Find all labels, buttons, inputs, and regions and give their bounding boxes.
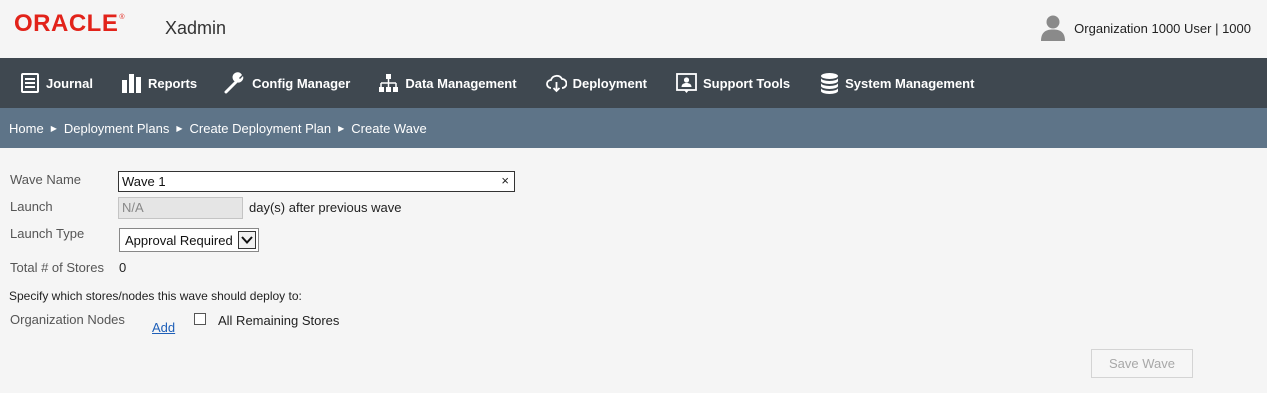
nav-label-system-management: System Management: [845, 75, 975, 91]
organization-nodes-label: Organization Nodes: [10, 312, 125, 327]
nav-label-config-manager: Config Manager: [252, 75, 351, 91]
launch-suffix: day(s) after previous wave: [249, 200, 402, 215]
nav-item-config-manager[interactable]: Config Manager: [224, 58, 350, 108]
database-icon: [821, 73, 839, 94]
clear-icon[interactable]: ×: [501, 173, 509, 188]
breadcrumb-deployment-plans[interactable]: Deployment Plans: [64, 121, 170, 136]
nav-label-support-tools: Support Tools: [702, 75, 791, 91]
total-stores-value: 0: [119, 260, 127, 275]
nav-item-deployment[interactable]: Deployment: [545, 58, 647, 108]
reports-icon: [121, 74, 141, 93]
nav-label-reports: Reports: [147, 75, 198, 91]
all-remaining-stores-label: All Remaining Stores: [218, 313, 340, 328]
nav-item-system-management[interactable]: System Management: [820, 58, 974, 108]
user-label: Organization 1000 User | 1000: [1074, 20, 1251, 36]
logo-text: ORACLE: [14, 10, 119, 37]
user-icon: [1041, 15, 1066, 41]
journal-icon: [21, 73, 39, 93]
breadcrumb-home[interactable]: Home: [9, 121, 44, 136]
deploy-instructions: Specify which stores/nodes this wave sho…: [9, 289, 302, 303]
wave-name-field[interactable]: ×: [118, 171, 515, 192]
cloud-download-icon: [545, 74, 567, 93]
nav-item-journal[interactable]: Journal: [21, 58, 93, 108]
app-name: Xadmin: [165, 18, 227, 38]
launch-type-label: Launch Type: [10, 226, 85, 241]
breadcrumb-separator-icon: ▶: [50, 123, 57, 133]
launch-type-select[interactable]: Approval Required: [119, 228, 259, 252]
hierarchy-icon: [379, 74, 399, 92]
breadcrumb: Home ▶ Deployment Plans ▶ Create Deploym…: [0, 108, 1267, 148]
nav-item-support-tools[interactable]: Support Tools: [676, 58, 790, 108]
oracle-logo: ORACLE ®: [14, 12, 125, 36]
wave-name-input[interactable]: [119, 172, 482, 191]
launch-days-input: N/A: [118, 197, 243, 219]
save-wave-button[interactable]: Save Wave: [1091, 349, 1193, 378]
launch-type-value: Approval Required: [125, 232, 233, 248]
launch-label: Launch: [10, 199, 53, 214]
nav-item-data-management[interactable]: Data Management: [378, 58, 517, 108]
support-icon: [676, 72, 697, 93]
breadcrumb-create-wave: Create Wave: [351, 120, 427, 136]
wave-name-label: Wave Name: [10, 172, 82, 187]
all-remaining-stores-checkbox[interactable]: [194, 313, 206, 325]
breadcrumb-create-deployment-plan[interactable]: Create Deployment Plan: [190, 121, 332, 136]
user-menu[interactable]: Organization 1000 User | 1000: [1040, 14, 1251, 42]
total-stores-label: Total # of Stores: [10, 260, 104, 275]
wrench-icon: [224, 72, 244, 94]
chevron-down-icon[interactable]: [238, 231, 256, 249]
nav-label-deployment: Deployment: [572, 75, 647, 91]
add-organization-node-link[interactable]: Add: [152, 320, 175, 335]
breadcrumb-separator-icon: ▶: [338, 123, 345, 133]
app-header: ORACLE ® Xadmin Organization 1000 User |…: [0, 0, 1267, 58]
nav-label-journal: Journal: [46, 75, 93, 91]
logo-registered-mark: ®: [119, 14, 125, 21]
breadcrumb-separator-icon: ▶: [176, 123, 183, 133]
nav-label-data-management: Data Management: [405, 75, 517, 91]
main-nav: Journal Reports Config Manager Data Mana…: [0, 58, 1267, 108]
nav-item-reports[interactable]: Reports: [121, 58, 197, 108]
